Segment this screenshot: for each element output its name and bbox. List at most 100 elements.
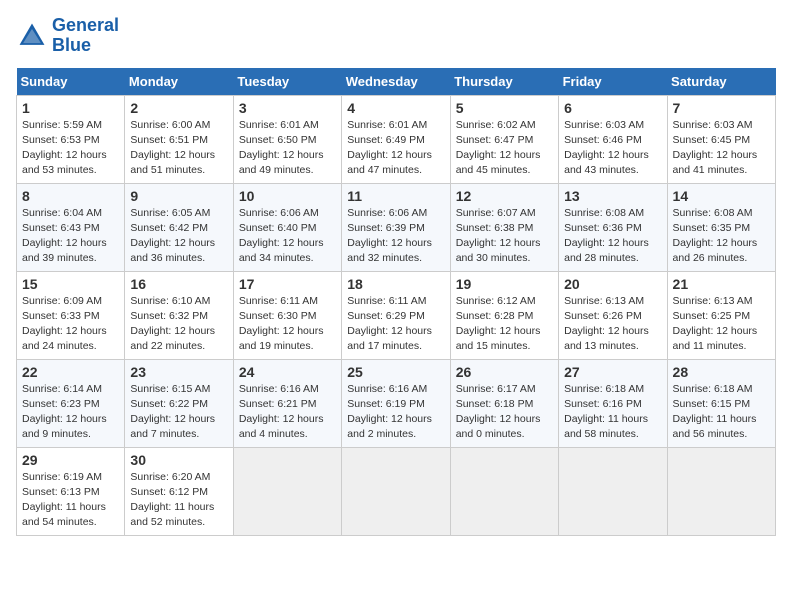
calendar-cell: 14 Sunrise: 6:08 AMSunset: 6:35 PMDaylig… <box>667 183 775 271</box>
day-info: Sunrise: 6:16 AMSunset: 6:21 PMDaylight:… <box>239 383 324 441</box>
day-number: 23 <box>130 364 227 380</box>
day-number: 13 <box>564 188 661 204</box>
calendar-cell: 30 Sunrise: 6:20 AMSunset: 6:12 PMDaylig… <box>125 447 233 535</box>
calendar-week-row: 29 Sunrise: 6:19 AMSunset: 6:13 PMDaylig… <box>17 447 776 535</box>
calendar-cell: 25 Sunrise: 6:16 AMSunset: 6:19 PMDaylig… <box>342 359 450 447</box>
day-number: 14 <box>673 188 770 204</box>
day-info: Sunrise: 6:13 AMSunset: 6:25 PMDaylight:… <box>673 295 758 353</box>
day-number: 20 <box>564 276 661 292</box>
day-info: Sunrise: 6:18 AMSunset: 6:15 PMDaylight:… <box>673 383 757 441</box>
day-number: 4 <box>347 100 444 116</box>
day-number: 18 <box>347 276 444 292</box>
calendar-cell: 27 Sunrise: 6:18 AMSunset: 6:16 PMDaylig… <box>559 359 667 447</box>
calendar-table: SundayMondayTuesdayWednesdayThursdayFrid… <box>16 68 776 536</box>
calendar-cell: 10 Sunrise: 6:06 AMSunset: 6:40 PMDaylig… <box>233 183 341 271</box>
day-info: Sunrise: 5:59 AMSunset: 6:53 PMDaylight:… <box>22 119 107 177</box>
day-info: Sunrise: 6:20 AMSunset: 6:12 PMDaylight:… <box>130 471 214 529</box>
calendar-cell: 13 Sunrise: 6:08 AMSunset: 6:36 PMDaylig… <box>559 183 667 271</box>
logo: General Blue <box>16 16 119 56</box>
day-info: Sunrise: 6:14 AMSunset: 6:23 PMDaylight:… <box>22 383 107 441</box>
calendar-cell: 18 Sunrise: 6:11 AMSunset: 6:29 PMDaylig… <box>342 271 450 359</box>
calendar-cell <box>667 447 775 535</box>
day-info: Sunrise: 6:06 AMSunset: 6:40 PMDaylight:… <box>239 207 324 265</box>
day-info: Sunrise: 6:00 AMSunset: 6:51 PMDaylight:… <box>130 119 215 177</box>
calendar-cell <box>233 447 341 535</box>
calendar-cell: 3 Sunrise: 6:01 AMSunset: 6:50 PMDayligh… <box>233 95 341 183</box>
calendar-cell: 19 Sunrise: 6:12 AMSunset: 6:28 PMDaylig… <box>450 271 558 359</box>
day-info: Sunrise: 6:08 AMSunset: 6:36 PMDaylight:… <box>564 207 649 265</box>
calendar-cell: 15 Sunrise: 6:09 AMSunset: 6:33 PMDaylig… <box>17 271 125 359</box>
weekday-header: Monday <box>125 68 233 96</box>
page-header: General Blue <box>16 16 776 56</box>
day-info: Sunrise: 6:01 AMSunset: 6:49 PMDaylight:… <box>347 119 432 177</box>
weekday-header: Thursday <box>450 68 558 96</box>
day-number: 12 <box>456 188 553 204</box>
calendar-cell: 6 Sunrise: 6:03 AMSunset: 6:46 PMDayligh… <box>559 95 667 183</box>
day-number: 9 <box>130 188 227 204</box>
day-number: 10 <box>239 188 336 204</box>
day-info: Sunrise: 6:06 AMSunset: 6:39 PMDaylight:… <box>347 207 432 265</box>
day-number: 30 <box>130 452 227 468</box>
day-number: 26 <box>456 364 553 380</box>
weekday-header: Sunday <box>17 68 125 96</box>
day-info: Sunrise: 6:03 AMSunset: 6:45 PMDaylight:… <box>673 119 758 177</box>
calendar-cell: 16 Sunrise: 6:10 AMSunset: 6:32 PMDaylig… <box>125 271 233 359</box>
day-number: 2 <box>130 100 227 116</box>
day-info: Sunrise: 6:15 AMSunset: 6:22 PMDaylight:… <box>130 383 215 441</box>
calendar-cell: 4 Sunrise: 6:01 AMSunset: 6:49 PMDayligh… <box>342 95 450 183</box>
day-number: 15 <box>22 276 119 292</box>
day-number: 8 <box>22 188 119 204</box>
day-info: Sunrise: 6:13 AMSunset: 6:26 PMDaylight:… <box>564 295 649 353</box>
weekday-header: Tuesday <box>233 68 341 96</box>
weekday-header: Friday <box>559 68 667 96</box>
calendar-week-row: 8 Sunrise: 6:04 AMSunset: 6:43 PMDayligh… <box>17 183 776 271</box>
day-info: Sunrise: 6:07 AMSunset: 6:38 PMDaylight:… <box>456 207 541 265</box>
day-info: Sunrise: 6:17 AMSunset: 6:18 PMDaylight:… <box>456 383 541 441</box>
day-number: 27 <box>564 364 661 380</box>
calendar-week-row: 15 Sunrise: 6:09 AMSunset: 6:33 PMDaylig… <box>17 271 776 359</box>
weekday-header: Saturday <box>667 68 775 96</box>
day-number: 7 <box>673 100 770 116</box>
day-number: 11 <box>347 188 444 204</box>
calendar-cell: 21 Sunrise: 6:13 AMSunset: 6:25 PMDaylig… <box>667 271 775 359</box>
calendar-cell <box>342 447 450 535</box>
day-info: Sunrise: 6:11 AMSunset: 6:30 PMDaylight:… <box>239 295 324 353</box>
calendar-cell: 2 Sunrise: 6:00 AMSunset: 6:51 PMDayligh… <box>125 95 233 183</box>
logo-icon <box>16 20 48 52</box>
day-number: 16 <box>130 276 227 292</box>
calendar-cell: 5 Sunrise: 6:02 AMSunset: 6:47 PMDayligh… <box>450 95 558 183</box>
day-info: Sunrise: 6:10 AMSunset: 6:32 PMDaylight:… <box>130 295 215 353</box>
calendar-cell: 7 Sunrise: 6:03 AMSunset: 6:45 PMDayligh… <box>667 95 775 183</box>
day-info: Sunrise: 6:01 AMSunset: 6:50 PMDaylight:… <box>239 119 324 177</box>
calendar-cell: 17 Sunrise: 6:11 AMSunset: 6:30 PMDaylig… <box>233 271 341 359</box>
day-number: 22 <box>22 364 119 380</box>
day-info: Sunrise: 6:19 AMSunset: 6:13 PMDaylight:… <box>22 471 106 529</box>
day-info: Sunrise: 6:18 AMSunset: 6:16 PMDaylight:… <box>564 383 648 441</box>
day-info: Sunrise: 6:08 AMSunset: 6:35 PMDaylight:… <box>673 207 758 265</box>
day-number: 21 <box>673 276 770 292</box>
day-info: Sunrise: 6:12 AMSunset: 6:28 PMDaylight:… <box>456 295 541 353</box>
day-info: Sunrise: 6:09 AMSunset: 6:33 PMDaylight:… <box>22 295 107 353</box>
calendar-cell: 28 Sunrise: 6:18 AMSunset: 6:15 PMDaylig… <box>667 359 775 447</box>
day-number: 28 <box>673 364 770 380</box>
calendar-week-row: 1 Sunrise: 5:59 AMSunset: 6:53 PMDayligh… <box>17 95 776 183</box>
calendar-cell: 9 Sunrise: 6:05 AMSunset: 6:42 PMDayligh… <box>125 183 233 271</box>
calendar-cell: 12 Sunrise: 6:07 AMSunset: 6:38 PMDaylig… <box>450 183 558 271</box>
calendar-cell <box>559 447 667 535</box>
weekday-header: Wednesday <box>342 68 450 96</box>
calendar-cell: 23 Sunrise: 6:15 AMSunset: 6:22 PMDaylig… <box>125 359 233 447</box>
day-number: 1 <box>22 100 119 116</box>
calendar-cell: 29 Sunrise: 6:19 AMSunset: 6:13 PMDaylig… <box>17 447 125 535</box>
day-info: Sunrise: 6:05 AMSunset: 6:42 PMDaylight:… <box>130 207 215 265</box>
calendar-cell: 11 Sunrise: 6:06 AMSunset: 6:39 PMDaylig… <box>342 183 450 271</box>
calendar-header-row: SundayMondayTuesdayWednesdayThursdayFrid… <box>17 68 776 96</box>
day-number: 25 <box>347 364 444 380</box>
logo-text: General Blue <box>52 16 119 56</box>
calendar-cell: 20 Sunrise: 6:13 AMSunset: 6:26 PMDaylig… <box>559 271 667 359</box>
calendar-cell <box>450 447 558 535</box>
day-info: Sunrise: 6:04 AMSunset: 6:43 PMDaylight:… <box>22 207 107 265</box>
day-number: 6 <box>564 100 661 116</box>
day-info: Sunrise: 6:03 AMSunset: 6:46 PMDaylight:… <box>564 119 649 177</box>
day-number: 17 <box>239 276 336 292</box>
day-number: 19 <box>456 276 553 292</box>
